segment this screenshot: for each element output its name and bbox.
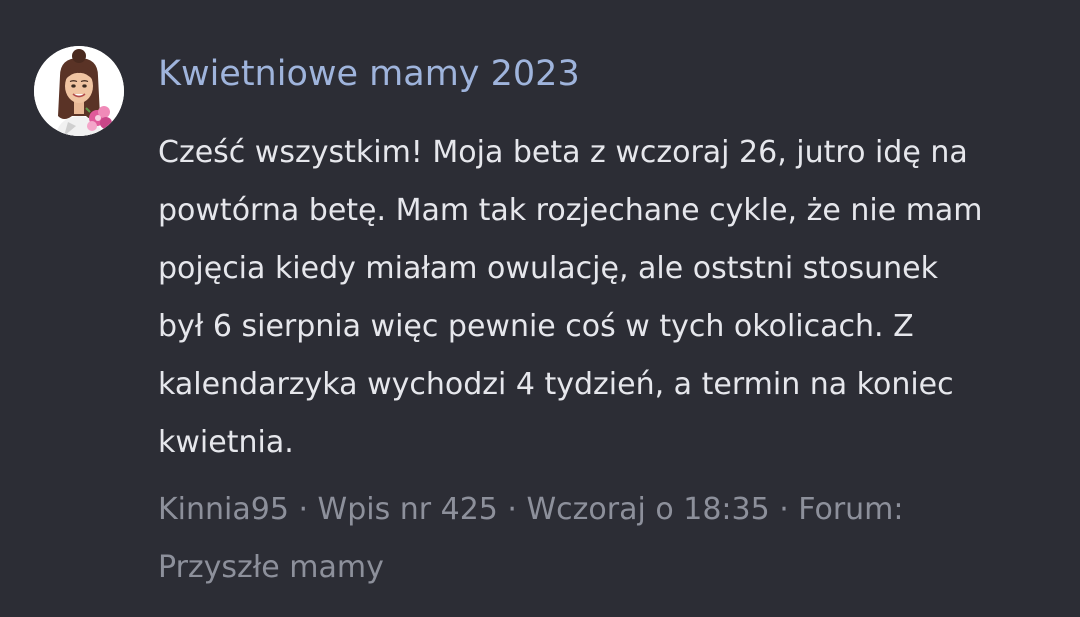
post-meta: Kinnia95 · Wpis nr 425 · Wczoraj o 18:35…: [158, 481, 1048, 597]
post-body: Cześć wszystkim! Moja beta z wczoraj 26,…: [158, 124, 1048, 472]
forum-post: Kwietniowe mamy 2023 Cześć wszystkim! Mo…: [0, 0, 1080, 617]
post-body-line: pojęcia kiedy miałam owulację, ale ostst…: [158, 251, 938, 286]
group-title[interactable]: Kwietniowe mamy 2023: [158, 50, 580, 98]
post-body-line: kalendarzyka wychodzi 4 tydzień, a termi…: [158, 367, 954, 402]
post-body-line: kwietnia.: [158, 425, 294, 460]
bitmoji-avatar-icon: [34, 46, 124, 136]
avatar[interactable]: [34, 46, 124, 136]
post-body-line: Cześć wszystkim! Moja beta z wczoraj 26,…: [158, 135, 968, 170]
post-body-line: był 6 sierpnia więc pewnie coś w tych ok…: [158, 309, 914, 344]
post-body-line: powtórna betę. Mam tak rozjechane cykle,…: [158, 193, 983, 228]
post-meta-line: Kinnia95 · Wpis nr 425 · Wczoraj o 18:35…: [158, 492, 904, 527]
post-meta-line: Przyszłe mamy: [158, 550, 384, 585]
